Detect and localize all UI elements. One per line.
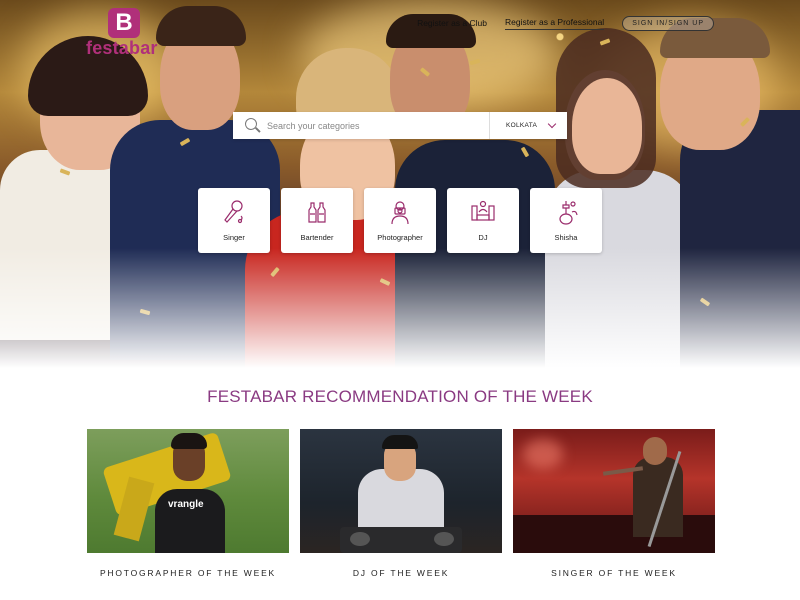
- register-club-link[interactable]: Register as a Club: [417, 18, 487, 28]
- category-card-bartender[interactable]: Bartender: [281, 188, 353, 253]
- singer-of-week-card[interactable]: SINGER OF THE WEEK: [513, 429, 715, 578]
- card-caption: PHOTOGRAPHER OF THE WEEK: [99, 568, 277, 578]
- city-label: KOLKATA: [506, 122, 538, 129]
- dj-photo: [300, 429, 502, 553]
- festabar-logo[interactable]: B festabar: [86, 8, 162, 60]
- category-search-bar: KOLKATA: [233, 112, 567, 139]
- card-caption: DJ OF THE WEEK: [352, 568, 450, 578]
- photographer-icon: [391, 201, 409, 225]
- chevron-down-icon: [547, 119, 557, 129]
- microphone-icon: [224, 200, 243, 224]
- recommendation-heading: FESTABAR RECOMMENDATION OF THE WEEK: [207, 387, 593, 406]
- category-label: Shisha: [554, 233, 578, 242]
- category-card-dj[interactable]: DJ: [447, 188, 519, 253]
- category-label: Singer: [223, 233, 245, 242]
- photographer-photo: vrangle: [87, 429, 289, 553]
- category-card-shisha[interactable]: Shisha: [530, 188, 602, 253]
- hookah-icon: [559, 201, 578, 225]
- top-navigation: Register as a Club Register as a Profess…: [417, 13, 714, 33]
- category-label: Photographer: [377, 233, 423, 242]
- city-selector[interactable]: KOLKATA: [489, 112, 567, 139]
- shirt-text: vrangle: [168, 499, 204, 510]
- category-label: DJ: [478, 233, 488, 242]
- logo-wordmark: festabar: [86, 38, 158, 58]
- search-input[interactable]: [267, 112, 489, 139]
- bottles-icon: [308, 202, 326, 223]
- category-label: Bartender: [300, 233, 334, 242]
- recommendation-cards: vrangle PHOTOGRAPHER OF THE WEEK DJ OF T…: [87, 429, 715, 578]
- category-cards: Singer Bartender Photographer DJ Shisha: [198, 188, 602, 253]
- signin-signup-button[interactable]: SIGN IN/SIGN UP: [622, 15, 714, 31]
- logo-mark: B: [108, 8, 140, 38]
- photographer-of-week-card[interactable]: vrangle PHOTOGRAPHER OF THE WEEK: [87, 429, 289, 578]
- register-professional-link[interactable]: Register as a Professional: [504, 17, 605, 30]
- category-card-photographer[interactable]: Photographer: [364, 188, 436, 253]
- search-icon[interactable]: [233, 112, 267, 139]
- category-card-singer[interactable]: Singer: [198, 188, 270, 253]
- card-caption: SINGER OF THE WEEK: [551, 568, 677, 578]
- singer-photo: [513, 429, 715, 553]
- dj-console-icon: [471, 200, 495, 221]
- dj-of-week-card[interactable]: DJ OF THE WEEK: [300, 429, 502, 578]
